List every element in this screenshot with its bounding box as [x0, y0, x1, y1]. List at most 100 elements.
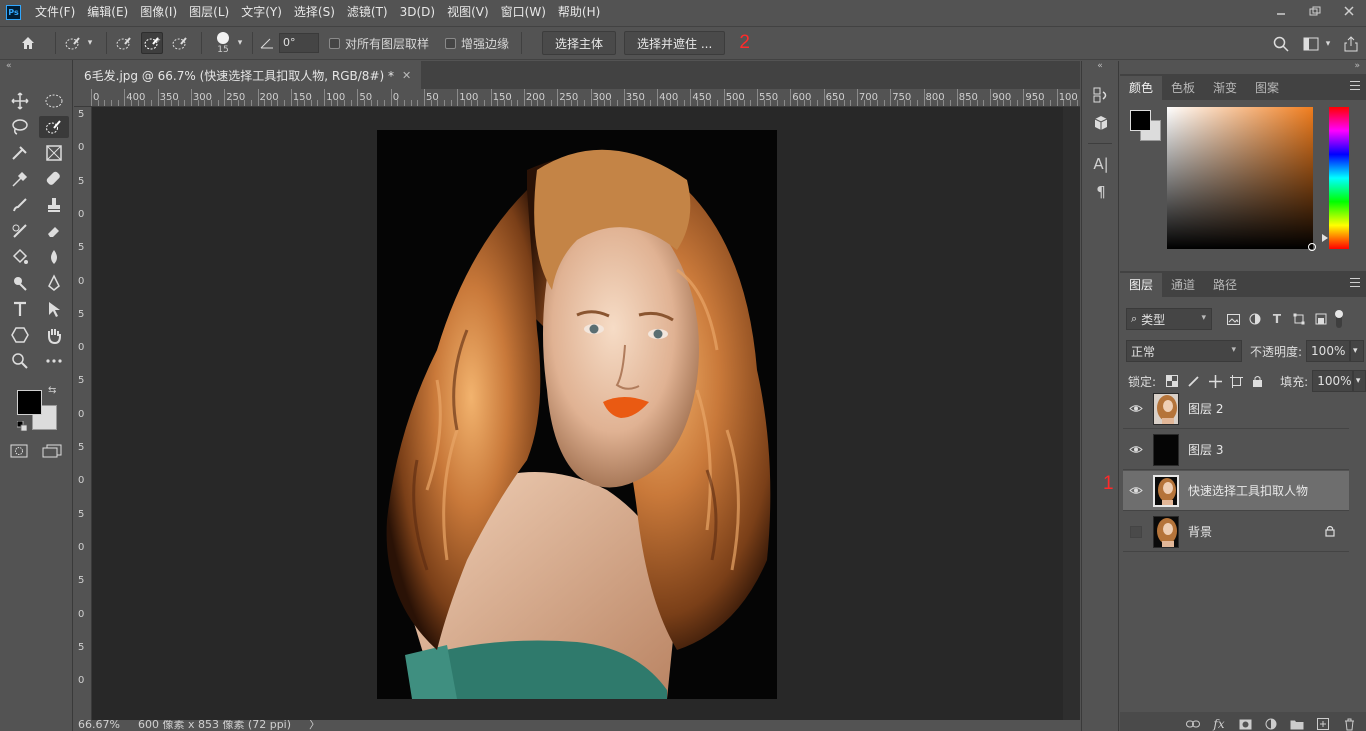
- fx-icon[interactable]: fx: [1212, 717, 1226, 731]
- layer-row-selected[interactable]: 快速选择工具扣取人物: [1123, 471, 1349, 511]
- layer-row[interactable]: 背景: [1123, 512, 1349, 552]
- menu-edit[interactable]: 编辑(E): [81, 0, 134, 24]
- frame-tool-icon[interactable]: [37, 140, 71, 166]
- zoom-level[interactable]: 66.67%: [78, 720, 120, 731]
- menu-file[interactable]: 文件(F): [29, 0, 81, 24]
- home-icon[interactable]: [17, 32, 39, 54]
- menu-window[interactable]: 窗口(W): [495, 0, 552, 24]
- minimize-icon[interactable]: [1264, 0, 1298, 22]
- subtract-from-selection-brush-icon[interactable]: -: [169, 32, 191, 54]
- tab-patterns[interactable]: 图案: [1246, 76, 1288, 100]
- shape-filter-icon[interactable]: [1290, 310, 1308, 328]
- expand-dock-icon[interactable]: «: [1082, 61, 1118, 75]
- visibility-eye-icon[interactable]: [1123, 486, 1149, 495]
- trash-icon[interactable]: [1342, 717, 1356, 731]
- status-arrow-icon[interactable]: 〉: [309, 720, 320, 731]
- default-colors-icon[interactable]: [16, 420, 28, 434]
- close-icon[interactable]: [1332, 0, 1366, 22]
- pen-path-tool-icon[interactable]: [37, 270, 71, 296]
- brush-tool-icon[interactable]: [3, 192, 37, 218]
- quick-mask-icon[interactable]: [10, 444, 28, 461]
- tab-color[interactable]: 颜色: [1120, 76, 1163, 100]
- fill-dropdown[interactable]: ▾: [1352, 370, 1366, 392]
- close-tab-icon[interactable]: ✕: [402, 69, 411, 82]
- eraser-tool-icon[interactable]: [37, 218, 71, 244]
- pixel-filter-icon[interactable]: [1224, 310, 1242, 328]
- sample-all-layers-checkbox[interactable]: 对所有图层取样: [329, 35, 429, 52]
- visibility-eye-icon[interactable]: [1123, 445, 1149, 454]
- lock-all-icon[interactable]: [1250, 372, 1266, 390]
- blend-mode-select[interactable]: 正常 ▾: [1126, 340, 1242, 362]
- opacity-input[interactable]: 100%: [1306, 340, 1351, 362]
- checkbox-box[interactable]: [329, 37, 340, 49]
- lock-image-pixels-icon[interactable]: [1185, 372, 1201, 390]
- new-selection-brush-icon[interactable]: [113, 32, 135, 54]
- adjustment-icon[interactable]: [1264, 717, 1278, 731]
- healing-brush-tool-icon[interactable]: [37, 166, 71, 192]
- clone-stamp-tool-icon[interactable]: [37, 192, 71, 218]
- menu-type[interactable]: 文字(Y): [235, 0, 288, 24]
- add-to-selection-brush-icon[interactable]: +: [141, 32, 163, 54]
- menu-help[interactable]: 帮助(H): [552, 0, 606, 24]
- vertical-scrollbar[interactable]: [1063, 107, 1080, 720]
- menu-3d[interactable]: 3D(D): [394, 0, 441, 24]
- lock-position-icon[interactable]: [1207, 372, 1223, 390]
- layer-row[interactable]: 图层 3: [1123, 430, 1349, 470]
- filter-toggle[interactable]: [1335, 310, 1343, 328]
- foreground-color-swatch[interactable]: [1130, 110, 1151, 131]
- paint-bucket-tool-icon[interactable]: [3, 244, 37, 270]
- more-tools-icon[interactable]: [37, 348, 71, 374]
- color-field[interactable]: [1167, 107, 1316, 251]
- menu-select[interactable]: 选择(S): [288, 0, 341, 24]
- collapse-panels-icon[interactable]: »: [1120, 61, 1366, 74]
- move-tool-icon[interactable]: [3, 88, 37, 114]
- blur-tool-icon[interactable]: [37, 244, 71, 270]
- eyedropper-tool-icon[interactable]: [3, 166, 37, 192]
- mask-icon[interactable]: [1238, 717, 1252, 731]
- foreground-color-swatch[interactable]: [17, 390, 42, 415]
- swap-colors-icon[interactable]: ⇆: [48, 385, 56, 396]
- new-layer-icon[interactable]: [1316, 717, 1330, 731]
- zoom-tool-icon[interactable]: [3, 348, 37, 374]
- screen-mode-icon[interactable]: [42, 444, 62, 461]
- history-icon[interactable]: [1082, 81, 1120, 109]
- 3d-icon[interactable]: [1082, 109, 1120, 137]
- workspace-icon[interactable]: [1300, 33, 1322, 55]
- collapse-icon[interactable]: «: [0, 60, 72, 74]
- tab-layers[interactable]: 图层: [1120, 273, 1163, 297]
- quick-selection-tool-icon[interactable]: [39, 116, 69, 138]
- canvas-area[interactable]: [92, 107, 1063, 720]
- select-subject-button[interactable]: 选择主体: [542, 31, 617, 55]
- tool-preset-picker-icon[interactable]: [62, 32, 84, 54]
- filter-kind-select[interactable]: ⌕ 类型 ▾: [1126, 308, 1212, 330]
- brush-size-picker[interactable]: 15: [212, 31, 234, 55]
- lasso-tool-icon[interactable]: [3, 114, 37, 140]
- enhance-edge-checkbox[interactable]: 增强边缘: [445, 35, 509, 52]
- search-icon[interactable]: [1270, 33, 1292, 55]
- hand-tool-icon[interactable]: [37, 322, 71, 348]
- lock-transparent-pixels-icon[interactable]: [1164, 372, 1180, 390]
- share-icon[interactable]: [1340, 33, 1362, 55]
- menu-layer[interactable]: 图层(L): [183, 0, 235, 24]
- pen-tool-icon[interactable]: [3, 140, 37, 166]
- folder-icon[interactable]: [1290, 717, 1304, 731]
- chevron-down-icon[interactable]: ▾: [234, 32, 246, 54]
- tab-paths[interactable]: 路径: [1204, 273, 1246, 297]
- checkbox-box[interactable]: [445, 37, 457, 49]
- angle-input[interactable]: 0°: [279, 33, 319, 53]
- visibility-toggle-empty[interactable]: [1123, 525, 1149, 538]
- layer-row[interactable]: 图层 2: [1123, 389, 1349, 429]
- path-selection-tool-icon[interactable]: [37, 296, 71, 322]
- tab-swatches[interactable]: 色板: [1162, 76, 1204, 100]
- hue-slider-handle[interactable]: [1322, 234, 1328, 242]
- chevron-down-icon[interactable]: ▾: [84, 32, 96, 54]
- hue-slider[interactable]: [1329, 107, 1349, 249]
- lock-artboard-icon[interactable]: [1228, 372, 1244, 390]
- dodge-tool-icon[interactable]: [3, 270, 37, 296]
- opacity-dropdown[interactable]: ▾: [1350, 340, 1365, 362]
- character-icon[interactable]: A|: [1082, 150, 1120, 178]
- tab-channels[interactable]: 通道: [1162, 273, 1204, 297]
- smart-object-filter-icon[interactable]: [1312, 310, 1330, 328]
- restore-icon[interactable]: [1298, 0, 1332, 22]
- tab-gradients[interactable]: 渐变: [1204, 76, 1246, 100]
